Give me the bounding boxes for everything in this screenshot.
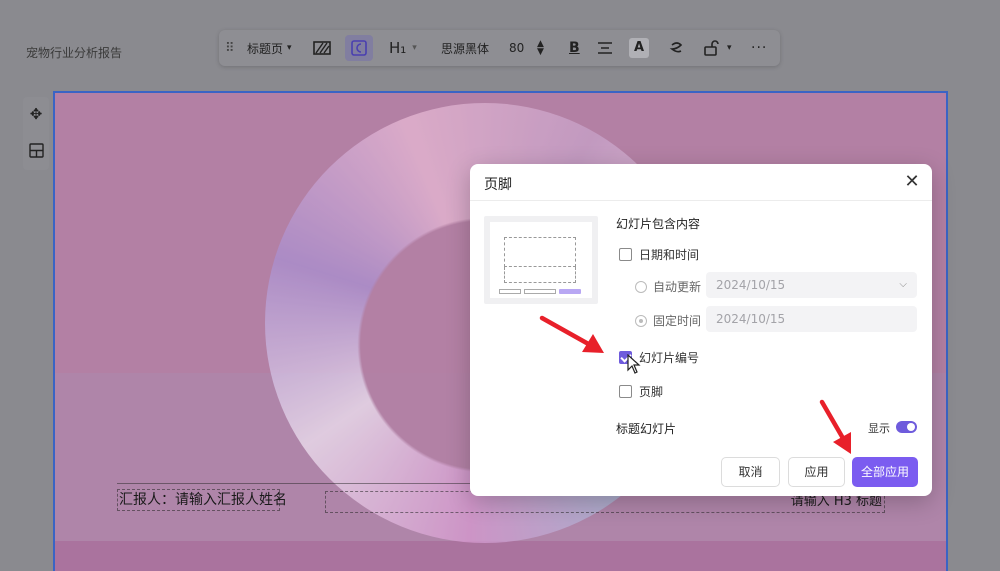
side-tools: ✥ xyxy=(23,97,49,170)
preview-subtitle-placeholder xyxy=(504,267,576,283)
chevron-down-icon[interactable]: ▾ xyxy=(727,43,732,53)
slide-number-label: 幻灯片编号 xyxy=(639,351,700,365)
preview-title-placeholder xyxy=(504,237,576,267)
footer-preview-thumbnail xyxy=(484,216,598,304)
fixed-time-radio[interactable] xyxy=(635,314,647,327)
dialog-title: 页脚 xyxy=(484,177,512,193)
format-toolbar: ⠿ 标题页 ▾ H₁ ▾ 思源黑体 80 ▲ ▼ B A ▾ ··· xyxy=(219,30,780,66)
preview-date-slot xyxy=(499,289,521,294)
preview-number-slot xyxy=(559,289,581,294)
date-time-checkbox-row[interactable]: 日期和时间 xyxy=(619,246,699,263)
mouse-cursor-icon xyxy=(627,354,641,374)
drag-handle-icon[interactable]: ⠿ xyxy=(225,30,235,66)
fixed-time-radio-row[interactable]: 固定时间 xyxy=(635,312,701,329)
preview-footer-slot xyxy=(524,289,556,294)
auto-update-date-value: 2024/10/15 xyxy=(716,278,786,292)
chevron-down-icon: ▾ xyxy=(412,43,417,53)
fixed-time-date-input[interactable]: 2024/10/15 xyxy=(706,306,917,332)
bold-button[interactable]: B xyxy=(569,30,580,66)
align-center-icon[interactable] xyxy=(597,30,613,66)
auto-update-radio-row[interactable]: 自动更新 xyxy=(635,278,701,295)
text-color-button[interactable]: A xyxy=(629,30,649,66)
layout-label: 标题页 xyxy=(247,41,284,56)
auto-update-radio[interactable] xyxy=(635,280,647,293)
annotation-arrow-icon xyxy=(539,315,604,353)
unlock-icon[interactable]: ▾ xyxy=(703,30,732,66)
effects-icon[interactable] xyxy=(669,30,685,66)
annotation-arrow-icon xyxy=(819,399,851,454)
slide-band xyxy=(55,541,946,571)
title-slide-label: 标题幻灯片 xyxy=(616,422,677,436)
layout-dropdown[interactable]: 标题页 ▾ xyxy=(247,30,292,66)
arrow-down-icon[interactable]: ▼ xyxy=(537,48,544,57)
dialog-divider xyxy=(470,200,932,201)
show-toggle-label: 显示 xyxy=(868,422,890,435)
align-frame-icon[interactable] xyxy=(350,30,368,66)
close-icon[interactable]: ✕ xyxy=(902,172,922,192)
font-size-value[interactable]: 80 xyxy=(509,30,524,66)
move-icon[interactable]: ✥ xyxy=(23,99,49,129)
auto-update-date-select[interactable]: 2024/10/15 ⌵ xyxy=(706,272,917,298)
font-family-select[interactable]: 思源黑体 xyxy=(441,30,489,66)
auto-update-label: 自动更新 xyxy=(653,280,702,294)
document-title[interactable]: 宠物行业分析报告 xyxy=(26,44,122,61)
heading-icon: H₁ xyxy=(389,39,407,57)
reporter-textbox[interactable]: 汇报人：请输入汇报人姓名 xyxy=(117,489,287,511)
section-title: 幻灯片包含内容 xyxy=(616,217,701,231)
footer-checkbox-row[interactable]: 页脚 xyxy=(619,383,663,400)
more-icon[interactable]: ··· xyxy=(751,30,767,66)
fixed-time-date-value: 2024/10/15 xyxy=(716,312,786,326)
chevron-down-icon: ⌵ xyxy=(899,279,907,290)
title-slide-toggle[interactable] xyxy=(896,421,917,433)
background-pattern-icon[interactable] xyxy=(313,30,331,66)
date-time-label: 日期和时间 xyxy=(639,248,700,262)
footer-label: 页脚 xyxy=(639,385,664,399)
heading-level-dropdown[interactable]: H₁ ▾ xyxy=(389,30,417,66)
fixed-time-label: 固定时间 xyxy=(653,314,702,328)
chevron-down-icon: ▾ xyxy=(287,43,292,53)
font-size-stepper[interactable]: ▲ ▼ xyxy=(537,30,544,66)
footer-checkbox[interactable] xyxy=(619,385,632,398)
date-time-checkbox[interactable] xyxy=(619,248,632,261)
layout-grid-icon[interactable] xyxy=(23,135,49,165)
cancel-button[interactable]: 取消 xyxy=(721,457,780,487)
text-color-icon: A xyxy=(629,38,649,58)
